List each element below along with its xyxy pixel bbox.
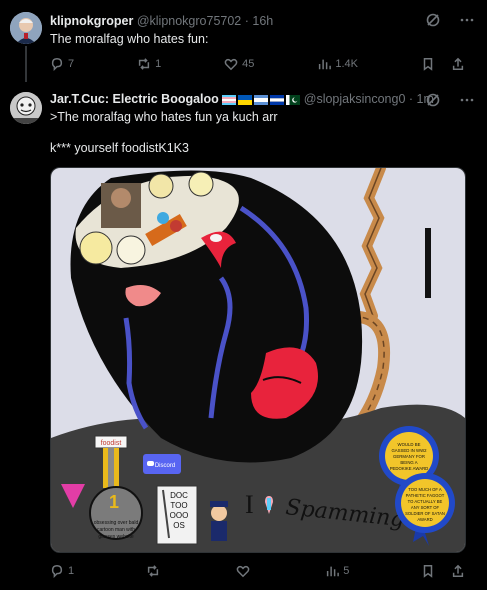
svg-text:cartoon man with: cartoon man with bbox=[97, 527, 135, 533]
svg-text:DOC: DOC bbox=[170, 491, 188, 500]
flag-icons bbox=[222, 95, 301, 105]
reply-icon bbox=[51, 565, 63, 578]
meme-drawing: foodist 1 obsessing over bald cartoon ma… bbox=[51, 168, 465, 552]
repost-count: 1 bbox=[155, 58, 162, 70]
ukraine-flag-icon bbox=[238, 95, 253, 105]
post-text-line-1: >The moralfag who hates fun ya kuch arr bbox=[50, 110, 278, 124]
svg-text:BEING A: BEING A bbox=[400, 460, 417, 465]
post-1[interactable]: klipnokgroper @klipnokgro75702 · 16h The… bbox=[0, 0, 487, 84]
share-icon bbox=[452, 564, 464, 577]
thread-line bbox=[25, 46, 27, 82]
discord-badge: Discord bbox=[143, 454, 181, 474]
heart-icon bbox=[224, 58, 238, 71]
post-text: The moralfag who hates fun: bbox=[50, 32, 209, 46]
views-count: 5 bbox=[343, 565, 350, 577]
action-bar: 7 1 45 1.4K bbox=[50, 57, 465, 71]
heart-icon bbox=[236, 565, 249, 578]
doc-image: DOC TOO OOO OS bbox=[156, 485, 198, 545]
svg-text:AWARD: AWARD bbox=[417, 517, 432, 522]
svg-text:GASSED IN WW2: GASSED IN WW2 bbox=[391, 448, 427, 453]
letter-i: I bbox=[245, 490, 254, 519]
views-icon bbox=[319, 59, 332, 70]
grok-icon[interactable] bbox=[425, 92, 441, 108]
action-right bbox=[421, 564, 465, 578]
more-icon[interactable] bbox=[459, 92, 475, 108]
like-count: 45 bbox=[242, 58, 255, 70]
author-name[interactable]: klipnokgroper bbox=[50, 14, 133, 28]
svg-text:TOO MUCH OF A: TOO MUCH OF A bbox=[408, 487, 442, 492]
bookmark-button[interactable] bbox=[421, 564, 435, 578]
post-image[interactable]: foodist 1 obsessing over bald cartoon ma… bbox=[50, 167, 466, 553]
bookmark-icon bbox=[423, 565, 433, 578]
reply-button[interactable]: 1 bbox=[50, 564, 74, 578]
post-2-top-icons bbox=[425, 92, 475, 108]
repost-button[interactable]: 1 bbox=[137, 57, 161, 71]
post-text-line-2: k*** yourself foodistK1K3 bbox=[50, 141, 189, 155]
svg-text:1: 1 bbox=[109, 492, 119, 512]
views-button[interactable]: 5 bbox=[325, 564, 349, 578]
author-handle[interactable]: @slopjaksincong0 bbox=[304, 92, 406, 106]
trans-flag-icon bbox=[222, 95, 237, 105]
reply-icon bbox=[51, 58, 63, 71]
action-bar-2: 1 5 bbox=[50, 564, 465, 578]
svg-text:GERMANY FOR: GERMANY FOR bbox=[393, 454, 425, 459]
reply-count: 1 bbox=[68, 565, 75, 577]
more-icon[interactable] bbox=[459, 12, 475, 28]
svg-text:Discord: Discord bbox=[155, 463, 175, 469]
repost-button[interactable] bbox=[146, 564, 164, 578]
flag-icon bbox=[254, 95, 269, 105]
gallows-post bbox=[425, 228, 431, 298]
like-button[interactable] bbox=[236, 564, 254, 578]
svg-text:TOO: TOO bbox=[170, 501, 187, 510]
avatar[interactable] bbox=[10, 12, 42, 44]
svg-text:OS: OS bbox=[173, 521, 185, 530]
author-name[interactable]: Jar.T.Cuc: Electric Boogaloo bbox=[50, 92, 219, 106]
action-right bbox=[421, 57, 465, 71]
avatar-image bbox=[10, 12, 42, 44]
author-handle[interactable]: @klipnokgro75702 bbox=[137, 14, 241, 28]
svg-text:foodist: foodist bbox=[101, 440, 122, 447]
svg-text:TO ACTUALLY BE: TO ACTUALLY BE bbox=[408, 499, 443, 504]
like-button[interactable]: 45 bbox=[224, 57, 254, 71]
avatar-image bbox=[10, 92, 42, 124]
avatar[interactable] bbox=[10, 92, 42, 124]
reply-count: 7 bbox=[68, 58, 75, 70]
police-figure bbox=[210, 501, 228, 541]
post-2-header: Jar.T.Cuc: Electric Boogaloo @slopjaksin… bbox=[50, 92, 434, 106]
svg-text:obsessing over bald: obsessing over bald bbox=[94, 520, 139, 526]
flag-icon bbox=[270, 95, 285, 105]
share-button[interactable] bbox=[451, 57, 465, 71]
views-button[interactable]: 1.4K bbox=[317, 57, 358, 71]
reply-button[interactable]: 7 bbox=[50, 57, 74, 71]
repost-icon bbox=[138, 58, 150, 70]
share-icon bbox=[452, 57, 464, 70]
svg-text:SOLDIER OF SATAN: SOLDIER OF SATAN bbox=[405, 511, 445, 516]
bookmark-icon bbox=[423, 58, 433, 71]
post-time[interactable]: 16h bbox=[252, 14, 273, 28]
repost-icon bbox=[147, 565, 158, 577]
post-top-icons bbox=[425, 12, 475, 28]
svg-text:ANY SORT OF: ANY SORT OF bbox=[411, 505, 440, 510]
post-header: klipnokgroper @klipnokgro75702 · 16h bbox=[50, 14, 274, 28]
bookmark-button[interactable] bbox=[421, 57, 435, 71]
pakistan-flag-icon bbox=[286, 95, 301, 105]
svg-text:OOO: OOO bbox=[170, 511, 189, 520]
views-icon bbox=[327, 566, 340, 577]
grok-icon[interactable] bbox=[425, 12, 441, 28]
svg-text:PATHETIC FAGGOT: PATHETIC FAGGOT bbox=[406, 493, 445, 498]
views-count: 1.4K bbox=[335, 58, 358, 70]
svg-text:WOULD BE: WOULD BE bbox=[398, 442, 421, 447]
svg-text:PEDOKIKE AWARD: PEDOKIKE AWARD bbox=[390, 466, 429, 471]
svg-text:glasses website: glasses website bbox=[98, 534, 134, 540]
share-button[interactable] bbox=[451, 564, 465, 578]
